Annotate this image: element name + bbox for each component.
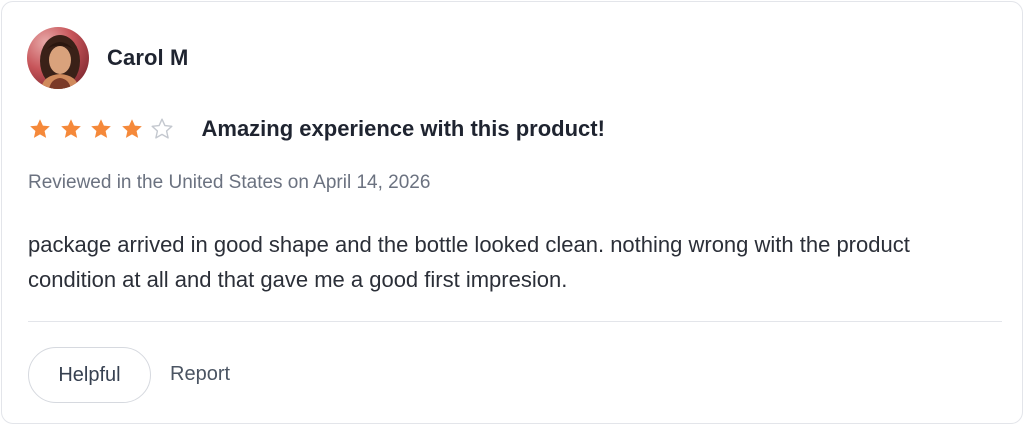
reviewer-header: Carol M: [27, 27, 188, 89]
reviewer-name: Carol M: [107, 45, 189, 70]
star-rating: [28, 117, 181, 141]
report-link[interactable]: Report: [170, 363, 230, 386]
star-empty-icon: [151, 118, 173, 139]
star-filled-icon: [60, 119, 81, 138]
rating-row: Amazing experience with this product!: [28, 116, 605, 142]
review-body: package arrived in good shape and the bo…: [28, 232, 910, 292]
review-card: Carol M Amazing experience with this pro…: [1, 1, 1023, 424]
star-filled-icon: [30, 119, 50, 138]
review-title: Amazing experience with this product!: [201, 116, 605, 141]
avatar-image: [27, 27, 89, 89]
star-filled-icon: [121, 119, 142, 138]
avatar: [27, 27, 89, 89]
star-filled-icon: [91, 119, 111, 138]
review-meta: Reviewed in the United States on April 1…: [28, 172, 431, 193]
divider: [28, 321, 1002, 322]
helpful-button[interactable]: Helpful: [28, 347, 151, 403]
